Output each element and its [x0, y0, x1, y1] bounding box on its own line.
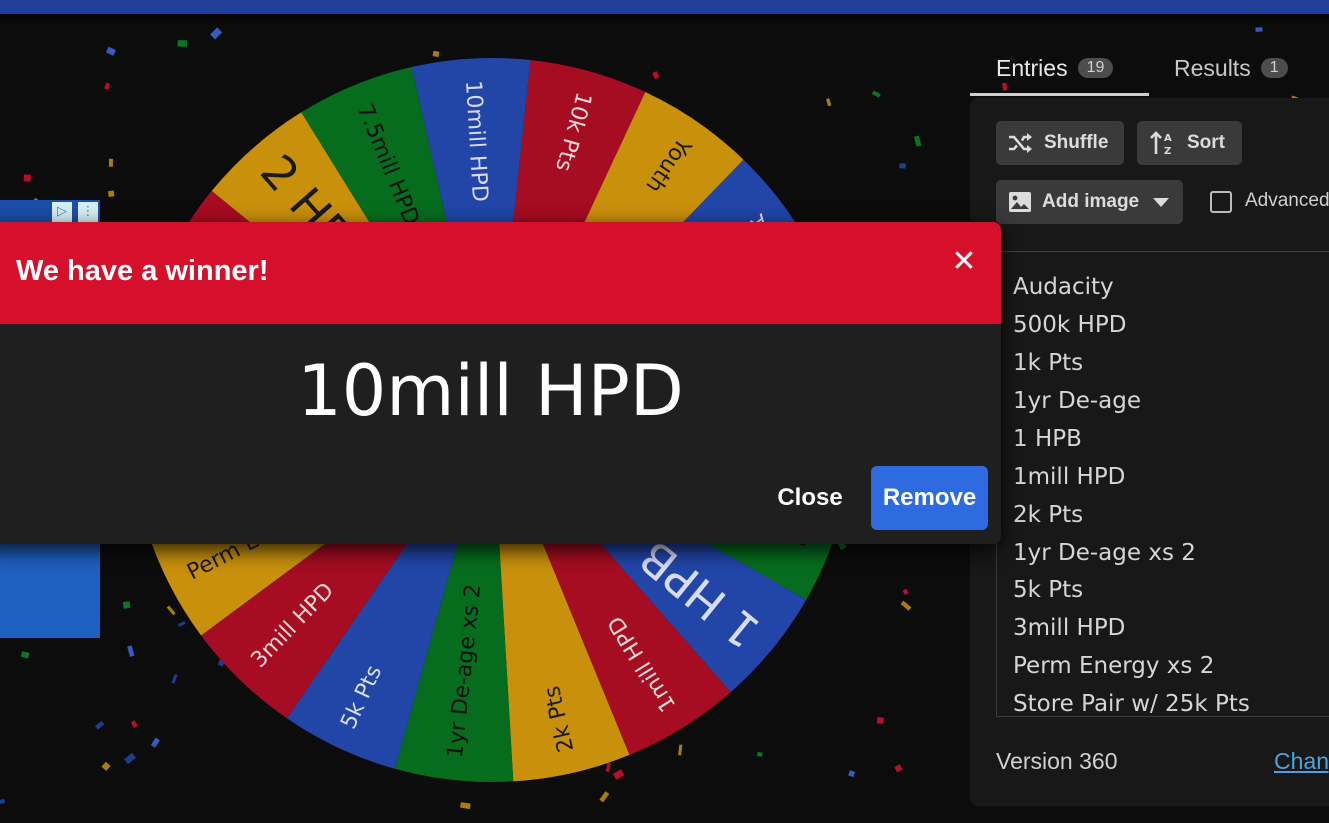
entry-line: Perm Energy xs 2 [1013, 653, 1215, 679]
entry-line: 1k Pts [1013, 350, 1084, 376]
entry-line: 1mill HPD [1013, 464, 1126, 490]
svg-text:A: A [1164, 133, 1172, 144]
tab-bar: Entries 19 Results 1 [970, 40, 1329, 96]
entry-line: 500k HPD [1013, 312, 1127, 338]
add-image-button[interactable]: Add image [996, 180, 1183, 224]
kebab-icon[interactable]: ⋮ [78, 202, 98, 222]
tab-results[interactable]: Results 1 [1174, 40, 1288, 96]
entries-textarea[interactable]: Audacity 500k HPD 1k Pts 1yr De-age 1 HP… [996, 252, 1329, 717]
sort-icon: A Z [1150, 131, 1172, 156]
dialog-title: We have a winner! [16, 255, 269, 287]
sort-label: Sort [1187, 132, 1225, 153]
results-count-badge: 1 [1260, 58, 1288, 78]
advanced-label: Advanced [1245, 190, 1329, 211]
version-text: Version 360 [996, 748, 1118, 774]
entry-line: Store Pair w/ 25k Pts [1013, 691, 1250, 717]
entry-line: 1yr De-age xs 2 [1013, 540, 1196, 566]
dialog-header: We have a winner! ✕ [0, 222, 1001, 324]
add-image-label: Add image [1042, 191, 1140, 212]
remove-button[interactable]: Remove [871, 466, 988, 530]
shuffle-button[interactable]: Shuffle [996, 121, 1124, 165]
entry-line: Audacity [1013, 274, 1114, 300]
winner-dialog: We have a winner! ✕ 10mill HPD Close Rem… [0, 222, 1001, 544]
entry-line: 2k Pts [1013, 502, 1084, 528]
tab-entries-label: Entries [996, 54, 1068, 81]
changelog-link[interactable]: Changelog [1274, 748, 1329, 775]
svg-text:Z: Z [1164, 146, 1171, 156]
advanced-checkbox[interactable] [1210, 191, 1232, 213]
image-icon [1009, 192, 1031, 212]
close-icon[interactable]: ✕ [946, 244, 982, 280]
tab-results-label: Results [1174, 54, 1251, 81]
winner-text: 10mill HPD [297, 350, 684, 432]
shuffle-label: Shuffle [1044, 132, 1109, 153]
close-button[interactable]: Close [760, 466, 860, 530]
tab-entries[interactable]: Entries 19 [996, 40, 1114, 96]
active-tab-indicator [970, 93, 1149, 96]
entries-count-badge: 19 [1077, 58, 1114, 78]
adchoices-icon[interactable]: ▷ [52, 202, 72, 222]
entry-line: 1yr De-age [1013, 388, 1142, 414]
entry-line: 1 HPB [1013, 426, 1082, 452]
ad-header: ▷ ⋮ [0, 200, 100, 224]
shuffle-icon [1009, 133, 1032, 153]
entry-line: 5k Pts [1013, 577, 1084, 603]
caret-down-icon [1153, 198, 1170, 207]
entry-line: 3mill HPD [1013, 615, 1126, 641]
entries-panel: Shuffle A Z Sort Add image Advanced Auda… [970, 98, 1329, 806]
sort-button[interactable]: A Z Sort [1137, 121, 1242, 165]
